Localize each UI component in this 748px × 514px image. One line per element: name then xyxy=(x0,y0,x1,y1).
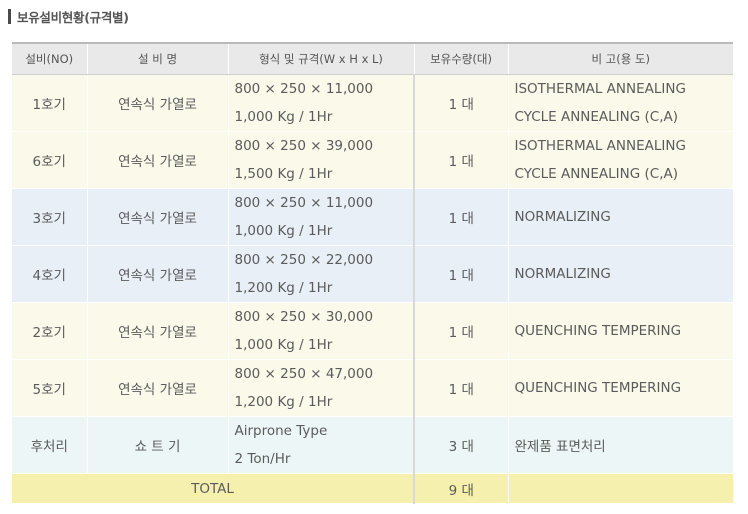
cell-spec: 800 × 250 × 11,000 1,000 Kg / 1Hr xyxy=(227,188,414,246)
cell-note: 완제품 표면처리 xyxy=(507,416,733,474)
spec-type: Airprone Type xyxy=(234,423,328,439)
cell-qty: 1 대 xyxy=(413,131,508,189)
cell-name: 연속식 가열로 xyxy=(86,131,228,189)
table-row: 후처리 쇼 트 기 Airprone Type 2 Ton/Hr 3 대 완제품 … xyxy=(12,416,733,474)
spec-dimensions: 800 × 250 × 22,000 xyxy=(234,252,374,268)
cell-qty: 1 대 xyxy=(413,74,508,132)
table-row: 6호기 연속식 가열로 800 × 250 × 39,000 1,500 Kg /… xyxy=(12,131,733,189)
spec-dimensions: 800 × 250 × 11,000 xyxy=(234,195,374,211)
header-equipment-name: 설 비 명 xyxy=(86,42,228,75)
title-bar-marker xyxy=(8,8,11,24)
table-row: 1호기 연속식 가열로 800 × 250 × 11,000 1,000 Kg /… xyxy=(12,74,733,132)
cell-no: 1호기 xyxy=(12,74,87,132)
cell-no: 5호기 xyxy=(12,359,87,417)
cell-note: NORMALIZING xyxy=(507,188,733,246)
spec-capacity: 2 Ton/Hr xyxy=(234,451,291,467)
section-title-text: 보유설비현황(규격별) xyxy=(17,9,129,25)
table-row: 4호기 연속식 가열로 800 × 250 × 22,000 1,200 Kg /… xyxy=(12,245,733,303)
table-header-row: 설비(NO) 설 비 명 형식 및 규격(W x H x L) 보유수량(대) … xyxy=(12,42,733,75)
cell-note: QUENCHING TEMPERING xyxy=(507,359,733,417)
cell-qty: 1 대 xyxy=(413,359,508,417)
table-row: 3호기 연속식 가열로 800 × 250 × 11,000 1,000 Kg /… xyxy=(12,188,733,246)
note-line-2: CYCLE ANNEALING (C,A) xyxy=(514,166,679,182)
total-label: TOTAL xyxy=(12,473,414,504)
header-quantity: 보유수량(대) xyxy=(413,42,508,75)
cell-name: 쇼 트 기 xyxy=(86,416,228,474)
table-row: 5호기 연속식 가열로 800 × 250 × 47,000 1,200 Kg /… xyxy=(12,359,733,417)
header-equipment-no: 설비(NO) xyxy=(12,42,87,75)
cell-spec: 800 × 250 × 47,000 1,200 Kg / 1Hr xyxy=(227,359,414,417)
cell-note: ISOTHERMAL ANNEALING CYCLE ANNEALING (C,A… xyxy=(507,74,733,132)
note-line-2: CYCLE ANNEALING (C,A) xyxy=(514,109,679,125)
cell-no: 2호기 xyxy=(12,302,87,360)
cell-spec: Airprone Type 2 Ton/Hr xyxy=(227,416,414,474)
cell-spec: 800 × 250 × 30,000 1,000 Kg / 1Hr xyxy=(227,302,414,360)
note-line-1: ISOTHERMAL ANNEALING xyxy=(514,138,686,154)
cell-note: ISOTHERMAL ANNEALING CYCLE ANNEALING (C,A… xyxy=(507,131,733,189)
note-line-1: ISOTHERMAL ANNEALING xyxy=(514,81,686,97)
cell-qty: 3 대 xyxy=(413,416,508,474)
spec-dimensions: 800 × 250 × 47,000 xyxy=(234,366,374,382)
cell-note: QUENCHING TEMPERING xyxy=(507,302,733,360)
section-title: 보유설비현황(규격별) xyxy=(8,7,129,25)
total-note-empty xyxy=(507,473,733,504)
header-spec: 형식 및 규격(W x H x L) xyxy=(227,42,414,75)
spec-capacity: 1,500 Kg / 1Hr xyxy=(234,166,333,182)
cell-name: 연속식 가열로 xyxy=(86,245,228,303)
cell-spec: 800 × 250 × 39,000 1,500 Kg / 1Hr xyxy=(227,131,414,189)
cell-no: 후처리 xyxy=(12,416,87,474)
cell-spec: 800 × 250 × 22,000 1,200 Kg / 1Hr xyxy=(227,245,414,303)
cell-no: 4호기 xyxy=(12,245,87,303)
cell-no: 6호기 xyxy=(12,131,87,189)
cell-note: NORMALIZING xyxy=(507,245,733,303)
cell-name: 연속식 가열로 xyxy=(86,188,228,246)
total-row: TOTAL 9 대 xyxy=(12,473,733,504)
spec-dimensions: 800 × 250 × 39,000 xyxy=(234,138,374,154)
spec-capacity: 1,000 Kg / 1Hr xyxy=(234,109,333,125)
total-qty: 9 대 xyxy=(413,473,508,504)
cell-name: 연속식 가열로 xyxy=(86,302,228,360)
cell-spec: 800 × 250 × 11,000 1,000 Kg / 1Hr xyxy=(227,74,414,132)
cell-qty: 1 대 xyxy=(413,302,508,360)
spec-capacity: 1,000 Kg / 1Hr xyxy=(234,337,333,353)
cell-qty: 1 대 xyxy=(413,188,508,246)
cell-name: 연속식 가열로 xyxy=(86,359,228,417)
spec-dimensions: 800 × 250 × 11,000 xyxy=(234,81,374,97)
spec-capacity: 1,000 Kg / 1Hr xyxy=(234,223,333,239)
cell-name: 연속식 가열로 xyxy=(86,74,228,132)
cell-no: 3호기 xyxy=(12,188,87,246)
header-note: 비 고(용 도) xyxy=(507,42,733,75)
equipment-table: 설비(NO) 설 비 명 형식 및 규격(W x H x L) 보유수량(대) … xyxy=(12,42,733,504)
spec-dimensions: 800 × 250 × 30,000 xyxy=(234,309,374,325)
table-row: 2호기 연속식 가열로 800 × 250 × 30,000 1,000 Kg /… xyxy=(12,302,733,360)
spec-capacity: 1,200 Kg / 1Hr xyxy=(234,394,333,410)
spec-capacity: 1,200 Kg / 1Hr xyxy=(234,280,333,296)
cell-qty: 1 대 xyxy=(413,245,508,303)
